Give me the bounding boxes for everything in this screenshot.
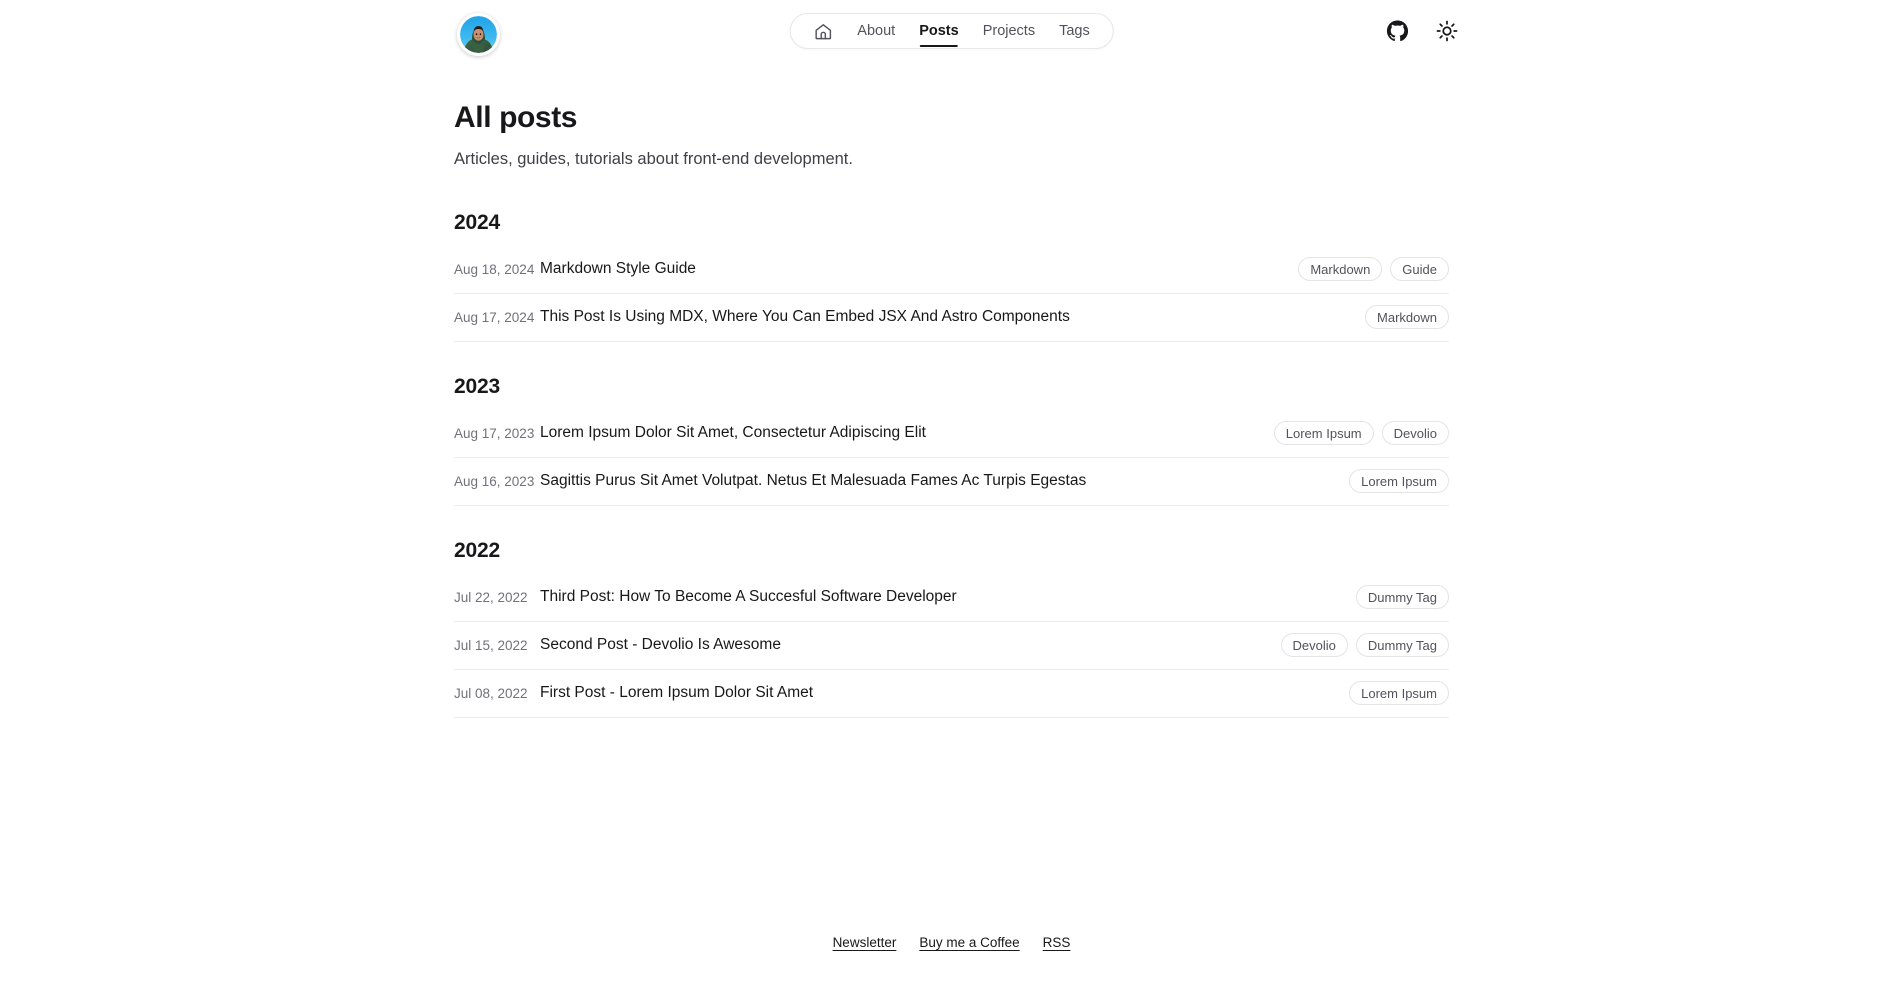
post-tags: Devolio Dummy Tag [1280,633,1449,658]
avatar-image [460,16,497,53]
post-date: Aug 18, 2024 [454,261,535,277]
post-date: Jul 22, 2022 [454,589,528,605]
year-group: 2022 Jul 22, 2022 Third Post: How To Becom… [454,539,1449,718]
tag-pill[interactable]: Markdown [1298,257,1383,282]
post-row[interactable]: Jul 15, 2022 Second Post - Devolio Is Awe… [454,622,1449,670]
post-title-link[interactable]: First Post - Lorem Ipsum Dolor Sit Amet [540,684,1349,702]
tag-pill[interactable]: Dummy Tag [1355,585,1449,610]
tag-pill[interactable]: Markdown [1365,305,1449,330]
post-tags: Markdown Guide [1298,257,1449,282]
post-title-link[interactable]: Second Post - Devolio Is Awesome [540,636,1281,654]
sun-icon[interactable] [1435,19,1459,43]
post-row[interactable]: Aug 18, 2024 Markdown Style Guide Markdown… [454,246,1449,294]
post-tags: Markdown [1365,305,1449,330]
post-list: 2024 Aug 18, 2024 Markdown Style Guide Mark… [454,211,1449,718]
post-date: Aug 17, 2024 [454,309,535,325]
footer-link-newsletter[interactable]: Newsletter [833,935,897,950]
year-group: 2023 Aug 17, 2023 Lorem Ipsum Dolor Sit Am… [454,375,1449,506]
post-date: Aug 16, 2023 [454,473,535,489]
site-header: About Posts Projects Tags [0,0,1903,70]
post-title-link[interactable]: Third Post: How To Become A Succesful So… [540,588,1356,606]
page-subtitle: Articles, guides, tutorials about front-… [454,149,853,168]
post-date: Aug 17, 2023 [454,425,535,441]
post-tags: Dummy Tag [1355,585,1449,610]
page-root: About Posts Projects Tags All posts Arti… [0,0,1903,991]
home-icon[interactable] [813,21,833,41]
post-tags: Lorem Ipsum [1349,469,1449,494]
year-group: 2024 Aug 18, 2024 Markdown Style Guide Mark… [454,211,1449,342]
nav-item-about[interactable]: About [857,14,895,48]
tag-pill[interactable]: Lorem Ipsum [1349,681,1449,706]
footer-link-rss[interactable]: RSS [1043,935,1071,950]
post-row[interactable]: Jul 08, 2022 First Post - Lorem Ipsum Dol… [454,670,1449,718]
tag-pill[interactable]: Lorem Ipsum [1349,469,1449,494]
tag-pill[interactable]: Devolio [1280,633,1348,658]
post-title-link[interactable]: Markdown Style Guide [540,260,1298,278]
year-heading: 2022 [454,538,500,562]
post-tags: Lorem Ipsum [1349,681,1449,706]
nav-item-projects[interactable]: Projects [983,14,1035,48]
post-row[interactable]: Aug 17, 2023 Lorem Ipsum Dolor Sit Amet, … [454,410,1449,458]
post-title-link[interactable]: Sagittis Purus Sit Amet Volutpat. Netus … [540,472,1349,490]
post-date: Jul 08, 2022 [454,685,528,701]
post-row[interactable]: Aug 17, 2024 This Post Is Using MDX, Wher… [454,294,1449,342]
tag-pill[interactable]: Lorem Ipsum [1273,421,1374,446]
year-heading: 2023 [454,374,500,398]
post-title-link[interactable]: Lorem Ipsum Dolor Sit Amet, Consectetur … [540,424,1274,442]
tag-pill[interactable]: Guide [1390,257,1449,282]
avatar-link[interactable] [457,13,500,56]
post-date: Jul 15, 2022 [454,637,528,653]
nav-item-posts[interactable]: Posts [919,14,959,48]
main-nav[interactable]: About Posts Projects Tags [789,13,1114,49]
site-footer: Newsletter Buy me a Coffee RSS [0,913,1903,991]
page-title: All posts [454,101,578,134]
header-actions [1385,19,1459,43]
footer-link-buy-me-a-coffee[interactable]: Buy me a Coffee [919,935,1019,950]
year-heading: 2024 [454,210,500,234]
github-icon[interactable] [1385,19,1409,43]
post-row[interactable]: Aug 16, 2023 Sagittis Purus Sit Amet Volu… [454,458,1449,506]
nav-item-tags[interactable]: Tags [1059,14,1090,48]
main-content: All posts Articles, guides, tutorials ab… [454,70,1449,913]
post-tags: Lorem Ipsum Devolio [1273,421,1449,446]
post-row[interactable]: Jul 22, 2022 Third Post: How To Become A … [454,574,1449,622]
footer-links: Newsletter Buy me a Coffee RSS [833,935,1071,950]
tag-pill[interactable]: Dummy Tag [1355,633,1449,658]
post-title-link[interactable]: This Post Is Using MDX, Where You Can Em… [540,308,1365,326]
tag-pill[interactable]: Devolio [1381,421,1449,446]
